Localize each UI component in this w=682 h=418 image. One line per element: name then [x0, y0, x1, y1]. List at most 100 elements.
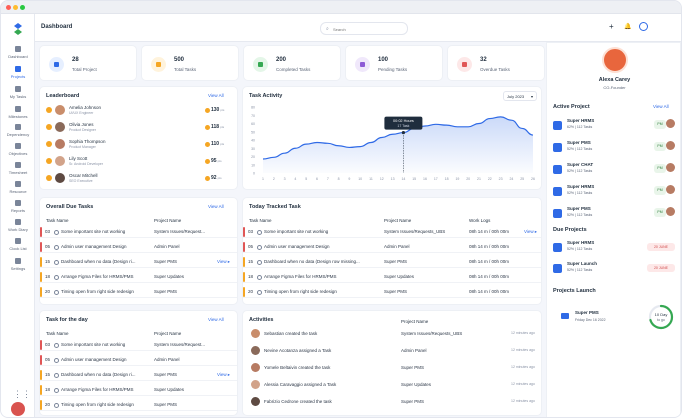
task-checkbox[interactable]	[54, 342, 59, 348]
leader-role: Product Manager	[69, 145, 96, 149]
active-project-item[interactable]: Super HRMS 52% | 112 Tasks PM	[553, 182, 675, 202]
leaderboard-row[interactable]: Amelia Johnson UI/UX Engineer 130pts	[46, 104, 232, 117]
y-tick-label: 80	[251, 106, 255, 110]
leaderboard-view-all[interactable]: View All	[208, 93, 224, 98]
activity-row[interactable]: Fabrizio Cedrone created the task Super P…	[249, 396, 539, 408]
table-row[interactable]: 20 Timing open from right side redesign Su…	[40, 286, 237, 298]
minimize-dot[interactable]	[13, 5, 18, 10]
stat-value: 32	[480, 57, 487, 63]
sidebar-item-milestones[interactable]: Milestones	[1, 106, 35, 124]
active-project-item[interactable]: Super PMS 52% | 112 Tasks PM	[553, 204, 675, 224]
activity-row[interactable]: Yomele Beltaivin created the task Super P…	[249, 362, 539, 374]
table-row[interactable]: 18 Arrange Figma Files for HRMS/PMS Super …	[243, 271, 541, 283]
leaderboard-row[interactable]: Sophia Thompson Product Manager 110pts	[46, 138, 232, 151]
activity-row[interactable]: Nevine Acotanza assigned a Task Admin Pan…	[249, 345, 539, 357]
table-row[interactable]: 05 Admin user management Design Admin Pane…	[243, 241, 541, 253]
chat-icon[interactable]	[639, 22, 648, 31]
table-row[interactable]: 03 Some important site not working System …	[40, 226, 237, 238]
project-icon	[553, 209, 562, 218]
table-row[interactable]: 18 Arrange Figma Files for HRMS/PMS Super …	[40, 271, 237, 283]
priority-bar	[40, 242, 42, 252]
stat-card[interactable]: 32 Overdue Tasks	[447, 45, 545, 81]
activity-row[interactable]: Sebastian created the task System Issues/…	[249, 328, 539, 340]
stat-card[interactable]: 28 Total Project	[39, 45, 137, 81]
task-checkbox[interactable]	[54, 387, 59, 393]
col-project: Project Name	[384, 218, 412, 223]
sidebar-item-work-diary[interactable]: Work Diary	[1, 219, 35, 237]
projects-launch-item[interactable]: Super PMS Friday Dec 16 2022 10 Day to g…	[553, 301, 675, 335]
chevron-right-icon: ▸	[227, 372, 230, 377]
sidebar-item-dependency[interactable]: Dependency	[1, 124, 35, 142]
task-checkbox[interactable]	[257, 244, 262, 250]
close-dot[interactable]	[6, 5, 11, 10]
notification-bell-icon[interactable]: 🔔	[624, 23, 631, 31]
task-checkbox[interactable]	[54, 259, 59, 265]
sidebar-item-objectives[interactable]: Objectives	[1, 143, 35, 161]
active-project-view-all[interactable]: View All	[653, 104, 669, 109]
view-link[interactable]: View▸	[217, 259, 230, 265]
table-row[interactable]: 03 Some important site not working System …	[243, 226, 541, 238]
activity-project: Super Updates	[401, 382, 432, 387]
apps-grid-icon[interactable]: ⋮⋮	[13, 390, 31, 399]
sidebar-item-timesheet[interactable]: Timesheet	[1, 162, 35, 180]
table-row[interactable]: 05 Admin user management Design Admin Pane…	[40, 241, 237, 253]
sidebar-item-dashboard[interactable]: Dashboard	[1, 46, 35, 64]
table-row[interactable]: 18 Arrange Figma Files for HRMS/PMS Super …	[40, 384, 237, 396]
col-task: Task Name	[46, 218, 69, 223]
table-row[interactable]: 03 Some important site not working System …	[40, 339, 237, 351]
task-checkbox[interactable]	[54, 244, 59, 250]
due-project-item[interactable]: Super Launch 52% | 112 Tasks 20 JUNE	[553, 259, 675, 279]
stat-label: Total Project	[72, 67, 97, 72]
project-name: Super CHAT	[567, 162, 594, 167]
medal-icon	[46, 107, 52, 113]
period-select[interactable]: July 2023 ▾	[503, 91, 537, 101]
search-box[interactable]: ⌕	[320, 22, 408, 35]
task-checkbox[interactable]	[54, 289, 59, 295]
user-avatar[interactable]	[11, 402, 25, 416]
table-row[interactable]: 05 Admin user management Design Admin Pane…	[40, 354, 237, 366]
stat-card[interactable]: 200 Completed Tasks	[243, 45, 341, 81]
task-checkbox[interactable]	[54, 372, 59, 378]
task-checkbox[interactable]	[54, 402, 59, 408]
overall-due-view-all[interactable]: View All	[208, 204, 224, 209]
task-checkbox[interactable]	[257, 289, 262, 295]
table-row[interactable]: 15 Dashboard when no data (Design ri... Su…	[40, 256, 237, 268]
task-checkbox[interactable]	[257, 229, 262, 235]
maximize-dot[interactable]	[20, 5, 25, 10]
search-input[interactable]	[333, 25, 403, 33]
table-row[interactable]: 15 Dashboard when no data (Design ri... Su…	[40, 369, 237, 381]
avatar	[251, 363, 260, 372]
avatar	[55, 105, 65, 115]
leaderboard-row[interactable]: Lily Scott Sr. Android Developer 95pts	[46, 155, 232, 168]
sidebar-item-resource[interactable]: Resource	[1, 181, 35, 199]
active-project-item[interactable]: Super CHAT 52% | 112 Tasks PM	[553, 160, 675, 180]
table-row[interactable]: 20 Timing open from right side redesign Su…	[40, 399, 237, 411]
sidebar-item-my-tasks[interactable]: My Tasks	[1, 86, 35, 104]
due-project-item[interactable]: Super HRMS 52% | 112 Tasks 20 JUNE	[553, 238, 675, 258]
project-name: Super Updates	[384, 274, 415, 279]
task-checkbox[interactable]	[54, 229, 59, 235]
activity-row[interactable]: Alessia Caravaggio assigned a Task Super …	[249, 379, 539, 391]
task-checkbox[interactable]	[257, 274, 262, 280]
sidebar-item-clock-list[interactable]: Clock List	[1, 238, 35, 256]
task-for-day-view-all[interactable]: View All	[208, 317, 224, 322]
table-row[interactable]: 20 Timing open from right side redesign Su…	[243, 286, 541, 298]
stat-card[interactable]: 500 Total Tasks	[141, 45, 239, 81]
table-row[interactable]: 15 Dashboard when no data (Design row mis…	[243, 256, 541, 268]
add-icon[interactable]: +	[609, 23, 614, 31]
leader-points: 92pts	[211, 175, 222, 181]
leader-name: Oscar Mitchell	[69, 173, 98, 178]
view-link[interactable]: View▸	[217, 372, 230, 378]
stat-card[interactable]: 100 Pending Tasks	[345, 45, 443, 81]
task-checkbox[interactable]	[54, 274, 59, 280]
task-checkbox[interactable]	[54, 357, 59, 363]
leaderboard-row[interactable]: Oscar Mitchell SEO Executive 92pts	[46, 172, 232, 185]
view-link[interactable]: View▸	[524, 229, 537, 235]
sidebar-item-reports[interactable]: Reports	[1, 200, 35, 218]
active-project-item[interactable]: Super PMS 52% | 112 Tasks PM	[553, 138, 675, 158]
sidebar-item-settings[interactable]: Settings	[1, 258, 35, 276]
leaderboard-row[interactable]: Olivia Jones Product Designer 118pts	[46, 121, 232, 134]
sidebar-item-projects[interactable]: Projects	[1, 66, 35, 84]
task-checkbox[interactable]	[257, 259, 262, 265]
active-project-item[interactable]: Super HRMS 62% | 112 Tasks PM	[553, 116, 675, 136]
